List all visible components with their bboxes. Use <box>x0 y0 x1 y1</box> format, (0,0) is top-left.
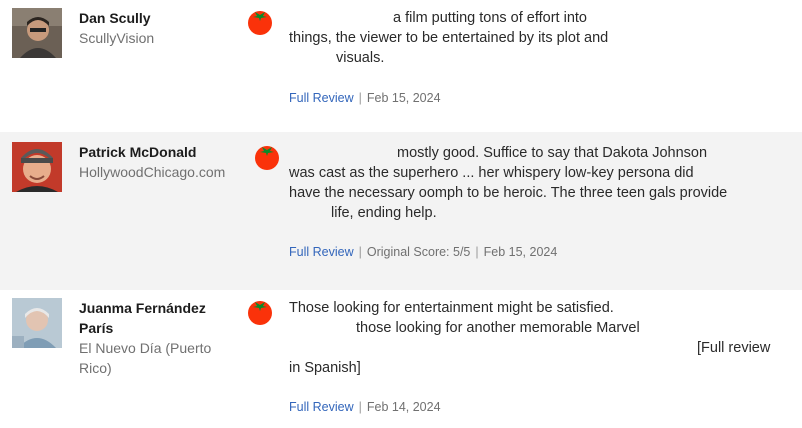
critic-name[interactable]: Dan Scully <box>79 8 239 28</box>
quote-line: have the necessary oomph to be heroic. T… <box>289 185 728 201</box>
avatar-image <box>12 298 62 348</box>
critic-publication[interactable]: ScullyVision <box>79 28 239 48</box>
critic-publication[interactable]: El Nuevo Día (Puerto Rico) <box>79 338 239 378</box>
review-quote: Those looking for entertainment might be… <box>289 298 789 378</box>
review-row: Patrick McDonald HollywoodChicago.com mo… <box>0 132 802 290</box>
meta-separator: | <box>358 91 362 105</box>
review-row: Juanma Fernández París El Nuevo Día (Pue… <box>0 290 802 428</box>
quote-line: life, ending help. <box>331 205 437 221</box>
review-quote: a film putting tons of effort into thing… <box>289 8 789 68</box>
quote-line: visuals. <box>336 50 385 66</box>
quote-line: [Full review <box>697 340 771 356</box>
review-meta: Full Review | Original Score: 5/5 | Feb 15, … <box>289 244 557 260</box>
review-row: Dan Scully ScullyVision a film putting t… <box>0 0 802 132</box>
quote-line: mostly good. Suffice to say that Dakota … <box>397 145 708 161</box>
critic-avatar[interactable] <box>12 142 62 192</box>
avatar-image <box>12 142 62 192</box>
original-score: Original Score: 5/5 <box>366 245 471 259</box>
critic-avatar[interactable] <box>12 8 62 58</box>
critic-name[interactable]: Juanma Fernández París <box>79 298 239 338</box>
quote-line: Those looking for entertainment might be… <box>289 300 614 316</box>
critic-info: Juanma Fernández París El Nuevo Día (Pue… <box>79 298 239 378</box>
full-review-link[interactable]: Full Review <box>289 91 354 105</box>
critic-reviews-list: Dan Scully ScullyVision a film putting t… <box>0 0 802 428</box>
review-date: Feb 15, 2024 <box>366 91 441 105</box>
critic-publication[interactable]: HollywoodChicago.com <box>79 162 239 182</box>
review-date: Feb 15, 2024 <box>483 245 558 259</box>
fresh-tomato-icon <box>253 141 281 171</box>
fresh-tomato-icon <box>246 296 274 326</box>
full-review-link[interactable]: Full Review <box>289 400 354 414</box>
fresh-tomato-icon <box>246 6 274 36</box>
review-meta: Full Review | Feb 14, 2024 <box>289 399 441 415</box>
quote-line: a film putting tons of effort into <box>393 10 587 26</box>
review-meta: Full Review | Feb 15, 2024 <box>289 90 441 106</box>
meta-separator: | <box>475 245 479 259</box>
quote-line: in Spanish] <box>289 360 361 376</box>
critic-info: Patrick McDonald HollywoodChicago.com <box>79 142 239 182</box>
quote-line: those looking for another memorable Marv… <box>356 320 640 336</box>
review-date: Feb 14, 2024 <box>366 400 441 414</box>
avatar-image <box>12 8 62 58</box>
review-quote: mostly good. Suffice to say that Dakota … <box>289 143 789 223</box>
full-review-link[interactable]: Full Review <box>289 245 354 259</box>
critic-name[interactable]: Patrick McDonald <box>79 142 239 162</box>
critic-avatar[interactable] <box>12 298 62 348</box>
critic-info: Dan Scully ScullyVision <box>79 8 239 48</box>
quote-line: was cast as the superhero ... her whispe… <box>289 165 694 181</box>
meta-separator: | <box>358 245 362 259</box>
quote-line: things, the viewer to be entertained by … <box>289 30 609 46</box>
meta-separator: | <box>358 400 362 414</box>
